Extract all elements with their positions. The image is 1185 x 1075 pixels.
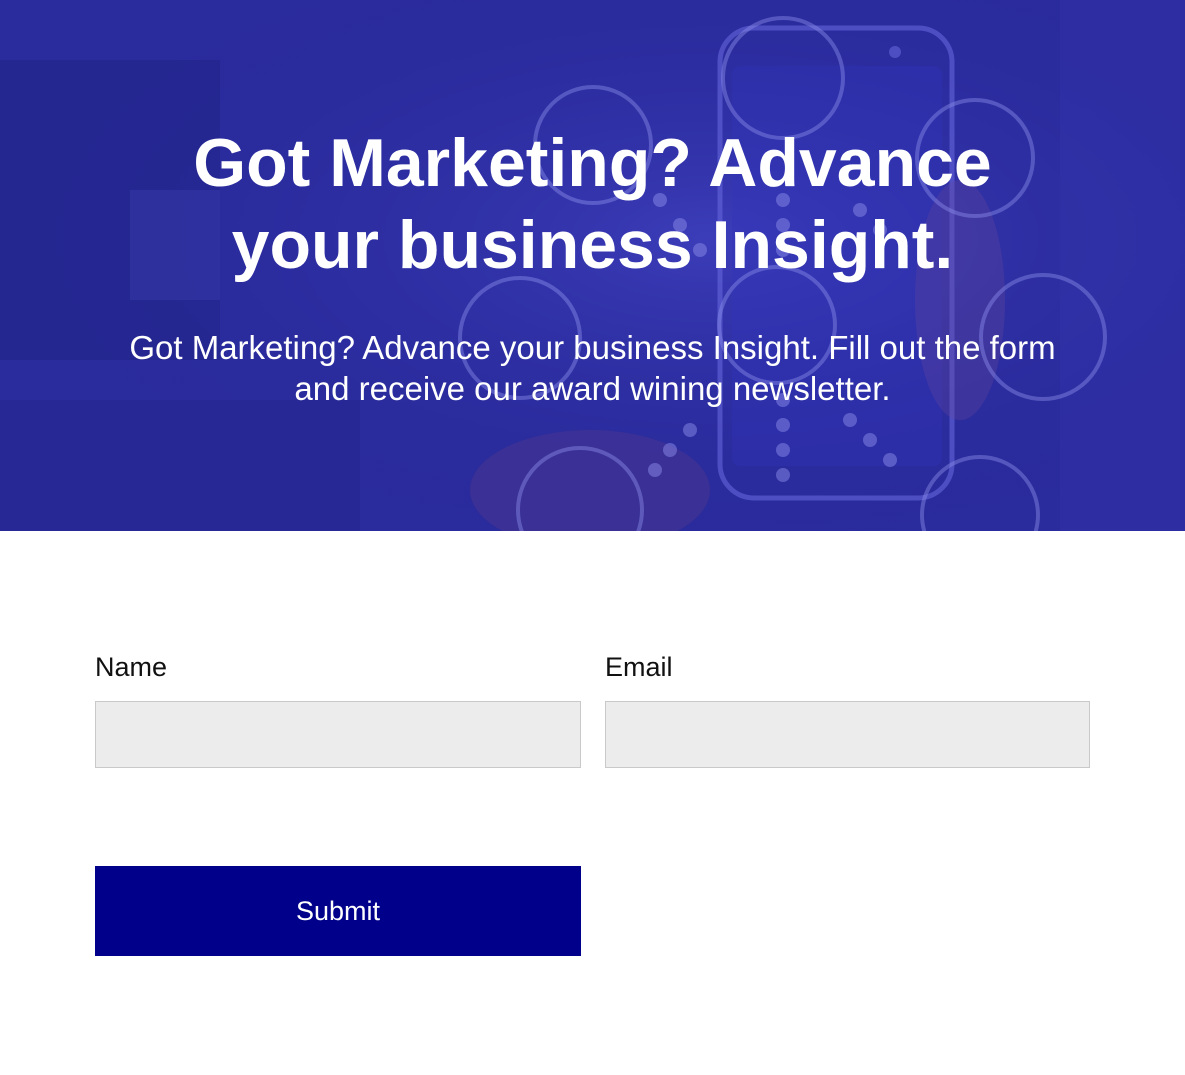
hero-banner: Got Marketing? Advance your business Ins… [0,0,1185,531]
hero-content: Got Marketing? Advance your business Ins… [0,0,1185,531]
email-label: Email [605,652,673,682]
email-input[interactable] [605,701,1090,768]
submit-button[interactable]: Submit [95,866,581,956]
hero-subtitle: Got Marketing? Advance your business Ins… [129,329,1056,407]
name-label: Name [95,652,168,682]
hero-title: Got Marketing? Advance your business Ins… [193,125,992,283]
name-input[interactable] [95,701,581,768]
